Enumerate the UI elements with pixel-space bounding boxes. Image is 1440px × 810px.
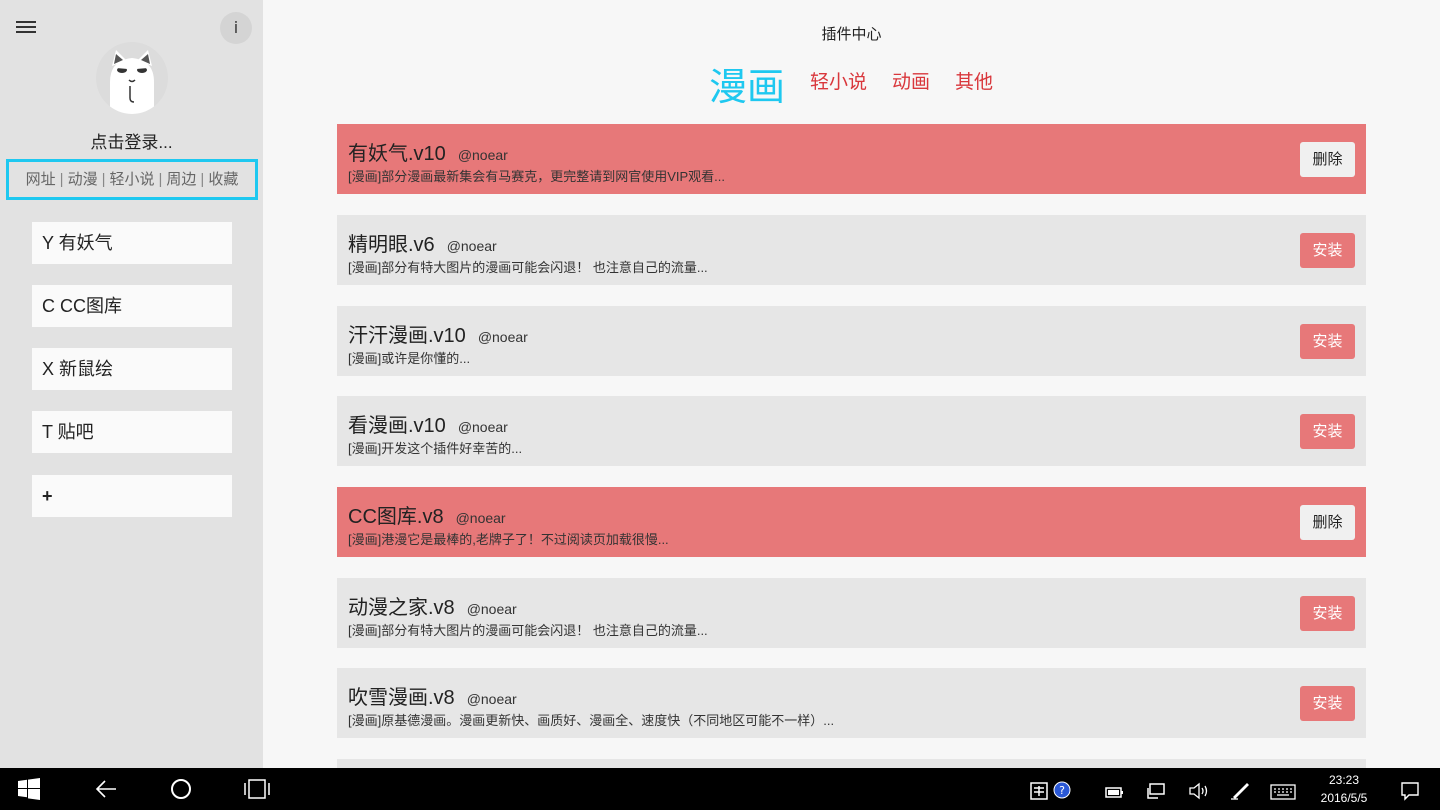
plugin-card: 有妖气.v10 @noear [漫画]部分漫画最新集会有马赛克，更完整请到网官使用…	[337, 124, 1366, 194]
tab-animation[interactable]: 动画	[892, 67, 930, 94]
category-link-novel[interactable]: 轻小说	[109, 171, 154, 188]
plugin-author: @noear	[466, 601, 517, 617]
task-view-icon[interactable]	[244, 777, 270, 801]
plugin-author: @noear	[446, 238, 497, 254]
volume-icon[interactable]	[1188, 779, 1210, 803]
tab-bar: 漫画 轻小说 动画 其他	[0, 56, 1440, 109]
plugin-card: 看漫画.v10 @noear [漫画]开发这个插件好幸苦的... 安装	[337, 396, 1366, 466]
info-button[interactable]: i	[220, 12, 252, 44]
keyboard-icon[interactable]	[1270, 780, 1296, 804]
delete-button[interactable]: 删除	[1300, 505, 1355, 540]
delete-button[interactable]: 删除	[1300, 142, 1355, 177]
plugin-name: 汗汗漫画.v10	[348, 325, 466, 347]
clock-time: 23:23	[1328, 773, 1360, 787]
plugin-card: 精明眼.v6 @noear [漫画]部分有特大图片的漫画可能会闪退！ 也注意自己的…	[337, 215, 1366, 285]
tab-comics[interactable]: 漫画	[709, 56, 785, 111]
back-icon[interactable]	[94, 777, 118, 801]
sidebar: i 点击登录... 网址 | 动漫 | 轻小说 | 周边 | 收藏 Y 有妖气 C CC图库 X…	[0, 0, 263, 768]
plugin-description: [漫画]原基德漫画。漫画更新快、画质好、漫画全、速度快（不同地区可能不一样）..…	[348, 713, 835, 728]
plugin-name: 动漫之家.v8	[348, 597, 455, 619]
install-button[interactable]: 安装	[1300, 686, 1355, 721]
clock-date: 2016/5/5	[1320, 791, 1368, 805]
plugin-card: CC图库.v8 @noear [漫画]港漫它是最棒的,老牌子了！不过阅读页加载很慢…	[337, 487, 1366, 557]
category-link-url[interactable]: 网址	[26, 171, 56, 188]
plugin-description: [漫画]部分有特大图片的漫画可能会闪退！ 也注意自己的流量...	[348, 260, 708, 275]
category-links: 网址 | 动漫 | 轻小说 | 周边 | 收藏	[6, 159, 258, 200]
category-link-favorites[interactable]: 收藏	[208, 171, 238, 188]
search-circle-icon[interactable]	[170, 777, 192, 801]
separator: |	[158, 171, 163, 188]
site-item-cc[interactable]: C CC图库	[32, 285, 232, 327]
system-clock[interactable]: 23:23 2016/5/5	[1304, 771, 1384, 807]
add-site-button[interactable]: +	[32, 475, 232, 517]
pen-icon[interactable]	[1230, 778, 1252, 802]
install-button[interactable]: 安装	[1300, 324, 1355, 359]
site-item-xinshuhui[interactable]: X 新鼠绘	[32, 348, 232, 390]
network-icon[interactable]	[1146, 779, 1166, 803]
windows-start-icon[interactable]	[18, 777, 40, 801]
hamburger-menu-icon[interactable]	[16, 18, 36, 34]
plugin-description: [漫画]港漫它是最棒的,老牌子了！不过阅读页加载很慢...	[348, 532, 669, 547]
install-button[interactable]: 安装	[1300, 414, 1355, 449]
tab-light-novel[interactable]: 轻小说	[810, 67, 867, 94]
plugin-name: 看漫画.v10	[348, 415, 446, 437]
plugin-card: 吹雪漫画.v8 @noear [漫画]原基德漫画。漫画更新快、画质好、漫画全、速度…	[337, 668, 1366, 738]
plugin-description: [漫画]或许是你懂的...	[348, 351, 471, 366]
plugin-author: @noear	[455, 510, 506, 526]
plugin-name: 精明眼.v6	[348, 234, 435, 256]
category-link-anime[interactable]: 动漫	[68, 171, 98, 188]
plugin-card-partial	[337, 759, 1366, 768]
tab-other[interactable]: 其他	[955, 67, 993, 94]
plugin-author: @noear	[477, 329, 528, 345]
separator: |	[101, 171, 106, 188]
plugin-author: @noear	[466, 691, 517, 707]
page-title: 插件中心	[821, 26, 882, 43]
plugin-card: 汗汗漫画.v10 @noear [漫画]或许是你懂的... 安装	[337, 306, 1366, 376]
plugin-name: 有妖气.v10	[348, 143, 446, 165]
separator: |	[59, 171, 64, 188]
battery-icon[interactable]	[1104, 780, 1124, 804]
site-item-youyaoqi[interactable]: Y 有妖气	[32, 222, 232, 264]
plugin-description: [漫画]开发这个插件好幸苦的...	[348, 441, 523, 456]
help-icon[interactable]: ?	[1053, 778, 1071, 802]
login-link[interactable]: 点击登录...	[0, 128, 263, 153]
plugin-card: 动漫之家.v8 @noear [漫画]部分有特大图片的漫画可能会闪退！ 也注意自己…	[337, 578, 1366, 648]
plugin-name: CC图库.v8	[348, 506, 444, 528]
taskbar: ? 23:23 2016/5/5	[0, 768, 1440, 810]
separator: |	[200, 171, 205, 188]
install-button[interactable]: 安装	[1300, 596, 1355, 631]
plugin-author: @noear	[457, 419, 508, 435]
ime-icon[interactable]	[1030, 779, 1048, 803]
plugin-author: @noear	[457, 147, 508, 163]
install-button[interactable]: 安装	[1300, 233, 1355, 268]
notification-icon[interactable]	[1400, 779, 1420, 803]
svg-text:?: ?	[1059, 784, 1065, 797]
category-link-merch[interactable]: 周边	[166, 171, 196, 188]
plugin-description: [漫画]部分漫画最新集会有马赛克，更完整请到网官使用VIP观看...	[348, 169, 726, 184]
plugin-name: 吹雪漫画.v8	[348, 687, 455, 709]
plugin-description: [漫画]部分有特大图片的漫画可能会闪退！ 也注意自己的流量...	[348, 623, 708, 638]
site-item-tieba[interactable]: T 贴吧	[32, 411, 232, 453]
